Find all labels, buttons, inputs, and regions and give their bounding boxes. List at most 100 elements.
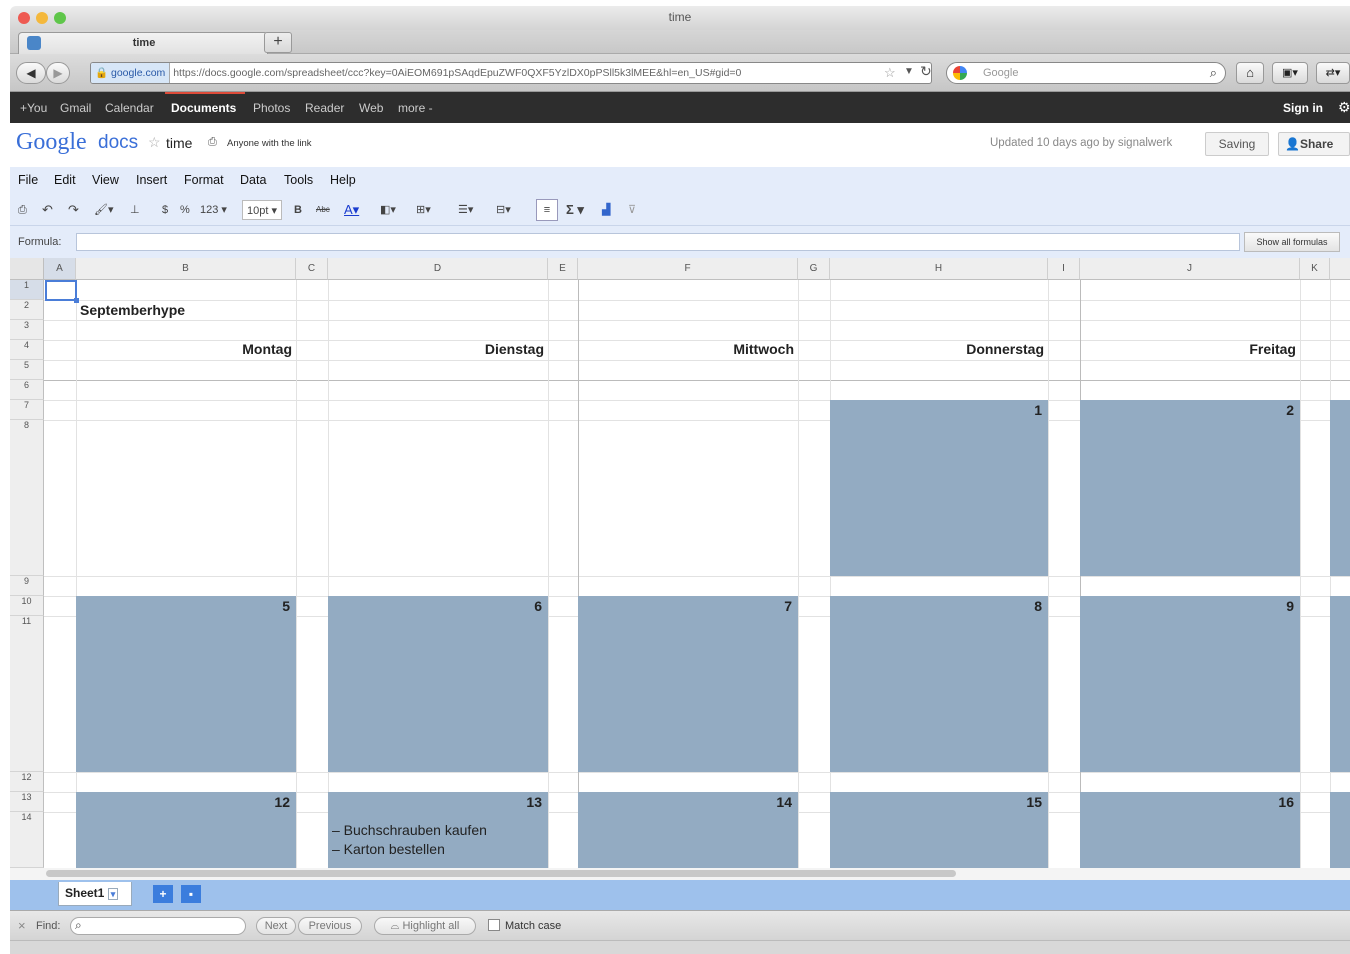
gbar-link-calendar[interactable]: Calendar [105,101,154,115]
gbar-link-you[interactable]: +You [20,101,47,115]
menu-insert[interactable]: Insert [136,173,167,187]
gbar-link-gmail[interactable]: Gmail [60,101,91,115]
day-cell-thursday-week3[interactable]: 15 [830,792,1048,868]
column-header-g[interactable]: G [798,258,830,280]
currency-button[interactable]: $ [162,202,168,218]
menu-view[interactable]: View [92,173,119,187]
merge-cells-icon[interactable]: ⊟▾ [496,202,511,218]
text-color-icon[interactable]: A▾ [344,202,359,218]
browser-tab[interactable]: time [18,32,268,54]
spreadsheet-grid[interactable]: A B C D E F G H I J K 1 2 3 4 5 6 7 8 9 … [10,258,1350,868]
day-cell-friday-week1[interactable]: 2 [1080,400,1300,576]
column-header-a[interactable]: A [44,258,76,280]
find-input[interactable]: ⌕ [70,917,246,935]
number-format-button[interactable]: 123 ▾ [200,202,227,218]
saving-button[interactable]: Saving [1205,132,1269,156]
menu-edit[interactable]: Edit [54,173,76,187]
horizontal-scrollbar[interactable] [10,868,1350,880]
gbar-link-photos[interactable]: Photos [253,101,290,115]
day-cell-overflow[interactable] [1330,792,1350,868]
sheet-tab-menu-icon[interactable]: ▾ [107,888,119,900]
home-icon[interactable]: ⌂ [1236,62,1264,84]
sum-icon[interactable]: Σ ▾ [566,202,584,218]
url-bar[interactable]: 🔒 google.com https://docs.google.com/spr… [90,62,932,84]
weekday-tuesday[interactable]: Dienstag [328,341,544,357]
back-icon[interactable]: ◀ [16,62,46,84]
column-header-h[interactable]: H [830,258,1048,280]
font-size-select[interactable]: 10pt ▾ [242,200,282,220]
sharing-status[interactable]: Anyone with the link [227,138,312,149]
row-header-11[interactable]: 11 [10,616,44,772]
strikethrough-button[interactable]: Abc [316,202,330,218]
row-header-14[interactable]: 14 [10,812,44,868]
day-cell-monday-week3[interactable]: 12 [76,792,296,868]
highlight-all-button[interactable]: ⌓ Highlight all [374,917,476,935]
bookmarks-menu-icon[interactable]: ▣▾ [1272,62,1308,84]
column-header-c[interactable]: C [296,258,328,280]
column-header-k[interactable]: K [1300,258,1330,280]
formula-input[interactable] [76,233,1240,251]
new-tab-button[interactable]: + [264,32,292,53]
column-header-d[interactable]: D [328,258,548,280]
day-cell-wednesday-week3[interactable]: 14 [578,792,798,868]
align-icon[interactable]: ☰▾ [458,202,473,218]
undo-icon[interactable]: ↶ [42,202,53,218]
day-cell-wednesday-week2[interactable]: 7 [578,596,798,772]
row-header-12[interactable]: 12 [10,772,44,792]
sign-in-link[interactable]: Sign in [1283,101,1323,115]
row-header-2[interactable]: 2 [10,300,44,320]
row-header-8[interactable]: 8 [10,420,44,576]
bold-button[interactable]: B [294,202,302,218]
day-cell-tuesday-week2[interactable]: 6 [328,596,548,772]
clear-format-icon[interactable]: ⊥ [130,202,140,218]
day-cell-friday-week3[interactable]: 16 [1080,792,1300,868]
find-previous-button[interactable]: Previous [298,917,362,935]
sheet-list-icon[interactable]: ▪ [181,885,201,903]
sheet-title-cell[interactable]: Septemberhype [80,302,185,318]
row-header-6[interactable]: 6 [10,380,44,400]
row-header-3[interactable]: 3 [10,320,44,340]
forward-icon[interactable]: ▶ [46,62,70,84]
site-identity-button[interactable]: 🔒 google.com [91,63,171,83]
fill-color-icon[interactable]: ◧▾ [380,202,396,218]
search-icon[interactable]: ⌕ [1210,65,1217,81]
chart-icon[interactable]: ▟ [602,202,610,218]
tools-menu-icon[interactable]: ⇄▾ [1316,62,1350,84]
row-header-7[interactable]: 7 [10,400,44,420]
fill-handle[interactable] [74,298,79,303]
gbar-link-documents[interactable]: Documents [171,101,236,115]
match-case-checkbox[interactable] [488,919,500,931]
find-next-button[interactable]: Next [256,917,296,935]
percent-button[interactable]: % [180,202,190,218]
borders-icon[interactable]: ⊞▾ [416,202,431,218]
column-header-i[interactable]: I [1048,258,1080,280]
day-cell-overflow[interactable] [1330,596,1350,772]
weekday-friday[interactable]: Freitag [1080,341,1296,357]
add-sheet-button[interactable]: + [153,885,173,903]
google-docs-logo[interactable]: Google [16,129,87,156]
column-header-j[interactable]: J [1080,258,1300,280]
show-all-formulas-button[interactable]: Show all formulas [1244,232,1340,252]
row-header-10[interactable]: 10 [10,596,44,616]
url-dropdown-icon[interactable]: ▼ [904,66,914,77]
menu-format[interactable]: Format [184,173,224,187]
day-cell-friday-week2[interactable]: 9 [1080,596,1300,772]
sheet-tab-sheet1[interactable]: Sheet1 ▾ [58,882,132,906]
row-header-9[interactable]: 9 [10,576,44,596]
share-button[interactable]: 👤Share [1278,132,1350,156]
gbar-link-more[interactable]: more - [398,101,433,115]
menu-tools[interactable]: Tools [284,173,313,187]
row-header-1[interactable]: 1 [10,280,44,300]
settings-gear-icon[interactable]: ⚙ [1338,99,1350,116]
weekday-monday[interactable]: Montag [76,341,292,357]
select-all-corner[interactable] [10,258,44,280]
column-header-e[interactable]: E [548,258,578,280]
search-box[interactable]: Google ⌕ [946,62,1226,84]
menu-help[interactable]: Help [330,173,356,187]
menu-file[interactable]: File [18,173,38,187]
column-header-f[interactable]: F [578,258,798,280]
column-header-l[interactable] [1330,258,1350,280]
gbar-link-web[interactable]: Web [359,101,383,115]
close-find-icon[interactable]: × [18,918,26,933]
row-header-4[interactable]: 4 [10,340,44,360]
